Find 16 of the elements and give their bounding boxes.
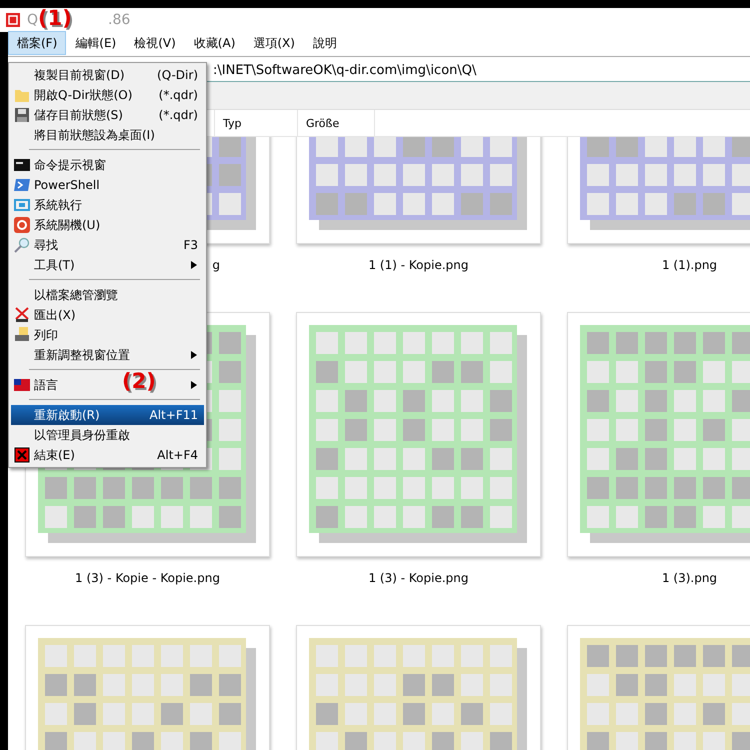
- file-name: 1 (1).png: [662, 257, 718, 274]
- file-name: 1 (1) - Kopie.png: [368, 257, 468, 274]
- shortcut-label: F3: [183, 237, 198, 254]
- file-name: 1 (3).png: [662, 570, 718, 587]
- file-name: 1 (3) - Kopie - Kopie.png: [75, 570, 220, 587]
- shortcut-label: (*.qdr): [158, 87, 198, 104]
- file-name: 1 (3) - Kopie.png: [368, 570, 468, 587]
- shortcut-label: Alt+F4: [157, 447, 198, 464]
- shortcut-label: (Q-Dir): [157, 67, 198, 84]
- window-title: .86: [108, 10, 130, 30]
- shortcut-label: Alt+F11: [150, 407, 198, 424]
- window-title: Q: [27, 10, 38, 30]
- file-name: g: [212, 257, 220, 274]
- annotation-label: (2): [122, 371, 156, 392]
- annotation-label: (1): [38, 8, 72, 29]
- shortcut-label: (*.qdr): [158, 107, 198, 124]
